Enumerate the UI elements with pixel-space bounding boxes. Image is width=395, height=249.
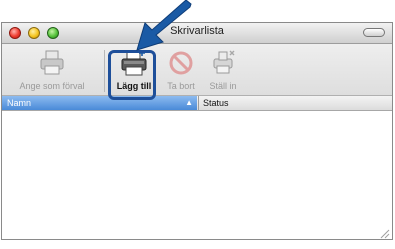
status-column-header[interactable]: Status: [198, 96, 392, 110]
set-default-button[interactable]: Ange som förval: [4, 44, 100, 95]
setup-icon: [213, 50, 235, 74]
callout-arrow: [136, 0, 192, 51]
printer-setup-button[interactable]: Ställ in: [200, 44, 246, 95]
printer-icon: [40, 50, 64, 75]
window-title: Skrivarlista: [170, 25, 224, 37]
add-button-highlight: [108, 50, 156, 100]
name-column-header[interactable]: Namn ▲: [2, 96, 197, 110]
column-header: Namn ▲ Status: [2, 96, 392, 111]
printer-list-window: Skrivarlista Ange som förval Lägg till T…: [1, 22, 393, 240]
printer-list[interactable]: [2, 111, 392, 239]
set-default-label: Ange som förval: [19, 81, 85, 91]
delete-printer-label: Ta bort: [167, 81, 195, 91]
status-column-label: Status: [203, 98, 229, 108]
printer-setup-label: Ställ in: [209, 81, 237, 91]
sort-ascending-icon: ▲: [185, 98, 193, 107]
toolbar: Ange som förval Lägg till Ta bort Ställ …: [2, 44, 392, 96]
toolbar-toggle-button[interactable]: [363, 28, 385, 37]
title-bar[interactable]: Skrivarlista: [2, 23, 392, 44]
name-column-label: Namn: [7, 98, 32, 108]
resize-grip-icon[interactable]: [380, 229, 390, 239]
toolbar-separator: [104, 50, 105, 92]
